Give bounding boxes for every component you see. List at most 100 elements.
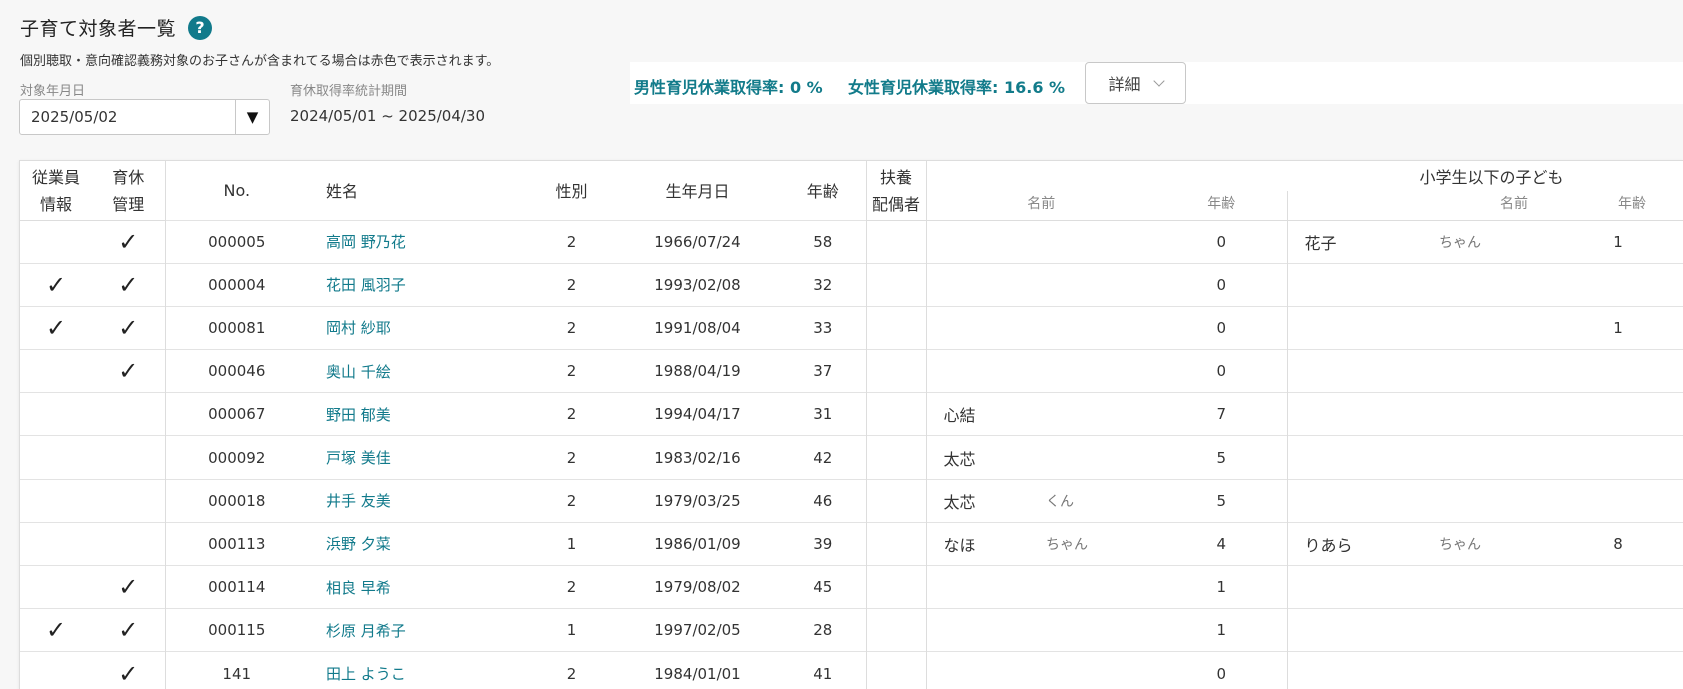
- checkmark-icon: ✓: [20, 262, 92, 307]
- birthdate-cell: 1988/04/19: [615, 349, 780, 393]
- header-birthdate[interactable]: 生年月日: [615, 161, 780, 220]
- child2-suffix: [1439, 478, 1552, 523]
- chevron-down-icon: [1152, 75, 1165, 87]
- header-gender[interactable]: 性別: [528, 161, 615, 220]
- birthdate-cell: 1997/02/05: [615, 608, 780, 652]
- age-cell: 28: [780, 608, 867, 652]
- child2-suffix: [1439, 349, 1552, 393]
- employee-no: 000081: [165, 305, 308, 350]
- spouse-cell: [866, 435, 927, 480]
- child2-name: [1287, 651, 1439, 689]
- child1-name: [926, 349, 1046, 393]
- gender-cell: 2: [528, 219, 615, 264]
- child2-name: [1287, 305, 1439, 350]
- header-no[interactable]: No.: [165, 161, 308, 220]
- header-spouse: 扶養: [866, 161, 927, 191]
- child1-suffix: [1046, 262, 1156, 307]
- child1-name: [926, 608, 1046, 652]
- child2-name: [1287, 435, 1439, 480]
- spouse-cell: [866, 349, 927, 393]
- employee-name-link[interactable]: 相良 早希: [308, 564, 528, 609]
- checkmark-icon: ✓: [92, 564, 166, 609]
- child1-name: 太芯: [926, 478, 1046, 523]
- employee-name-link[interactable]: 杉原 月希子: [308, 608, 528, 652]
- header-child1-age: 年齢: [1156, 191, 1288, 221]
- header-child2-age: 年齢: [1552, 191, 1683, 221]
- spouse-cell: [866, 305, 927, 350]
- employee-name-link[interactable]: 岡村 紗耶: [308, 305, 528, 350]
- child1-age: 0: [1156, 349, 1288, 393]
- gender-cell: 2: [528, 435, 615, 480]
- checkmark-icon: ✓: [92, 349, 166, 393]
- gender-cell: 2: [528, 651, 615, 689]
- gender-cell: 2: [528, 349, 615, 393]
- spouse-cell: [866, 608, 927, 652]
- employee-name-link[interactable]: 井手 友美: [308, 478, 528, 523]
- period-value: 2024/05/01 ~ 2025/04/30: [290, 107, 486, 125]
- child1-age: 1: [1156, 608, 1288, 652]
- employee-name-link[interactable]: 野田 郁美: [308, 392, 528, 436]
- child2-age: [1552, 478, 1683, 523]
- child1-suffix: [1046, 349, 1156, 393]
- detail-button[interactable]: 詳細: [1085, 62, 1186, 104]
- employee-name-link[interactable]: 戸塚 美佳: [308, 435, 528, 480]
- child2-age: [1552, 262, 1683, 307]
- child2-age: [1552, 392, 1683, 436]
- child1-age: 4: [1156, 521, 1288, 566]
- child1-name: [926, 305, 1046, 350]
- child2-age: 8: [1552, 521, 1683, 566]
- employee-name-link[interactable]: 浜野 夕菜: [308, 521, 528, 566]
- child2-suffix: [1439, 608, 1552, 652]
- employee-no: 000004: [165, 262, 308, 307]
- employee-name-link[interactable]: 奥山 千絵: [308, 349, 528, 393]
- page-title: 子育て対象者一覧: [20, 18, 177, 40]
- child1-name: なほ: [926, 521, 1046, 566]
- detail-button-label: 詳細: [1108, 75, 1141, 94]
- child1-suffix: [1046, 219, 1156, 264]
- child2-age: [1552, 608, 1683, 652]
- header-leave-mgmt: 育休: [92, 161, 166, 191]
- child1-age: 5: [1156, 435, 1288, 480]
- date-select[interactable]: 2025/05/02 ▼: [19, 99, 270, 135]
- spouse-cell: [866, 262, 927, 307]
- age-cell: 39: [780, 521, 867, 566]
- employee-info-check: [20, 219, 92, 264]
- checkmark-icon: ✓: [92, 651, 166, 689]
- spouse-cell: [866, 478, 927, 523]
- header-spouse-2: 配偶者: [866, 191, 927, 221]
- checkmark-icon: ✓: [20, 305, 92, 350]
- employee-no: 000067: [165, 392, 308, 436]
- employee-name-link[interactable]: 高岡 野乃花: [308, 219, 528, 264]
- employee-name-link[interactable]: 田上 ようこ: [308, 651, 528, 689]
- gender-cell: 2: [528, 262, 615, 307]
- child2-age: 1: [1552, 219, 1683, 264]
- employee-info-check: [20, 478, 92, 523]
- employee-info-check: [20, 435, 92, 480]
- child1-name: [926, 564, 1046, 609]
- dropdown-arrow-icon[interactable]: ▼: [235, 100, 269, 134]
- gender-cell: 1: [528, 608, 615, 652]
- age-cell: 42: [780, 435, 867, 480]
- spouse-cell: [866, 564, 927, 609]
- child1-suffix: ちゃん: [1046, 521, 1156, 566]
- child1-age: 0: [1156, 305, 1288, 350]
- leave-mgmt-check: [92, 392, 166, 436]
- employee-name-link[interactable]: 花田 風羽子: [308, 262, 528, 307]
- employee-info-check: [20, 392, 92, 436]
- female-leave-rate: 女性育児休業取得率: 16.6 %: [848, 78, 1066, 97]
- child2-age: [1552, 651, 1683, 689]
- child2-name: [1287, 392, 1439, 436]
- date-value: 2025/05/02: [31, 108, 118, 126]
- period-label: 育休取得率統計期間: [290, 84, 408, 99]
- header-name[interactable]: 姓名: [308, 161, 528, 220]
- header-child2-name: 名前: [1287, 191, 1552, 221]
- checkmark-icon: ✓: [92, 608, 166, 652]
- help-icon[interactable]: ?: [188, 15, 213, 40]
- header-age[interactable]: 年齢: [780, 161, 867, 220]
- leave-mgmt-check: [92, 521, 166, 566]
- child2-suffix: [1439, 651, 1552, 689]
- date-label: 対象年月日: [20, 84, 86, 99]
- child2-name: [1287, 564, 1439, 609]
- child2-age: [1552, 349, 1683, 393]
- child1-suffix: [1046, 305, 1156, 350]
